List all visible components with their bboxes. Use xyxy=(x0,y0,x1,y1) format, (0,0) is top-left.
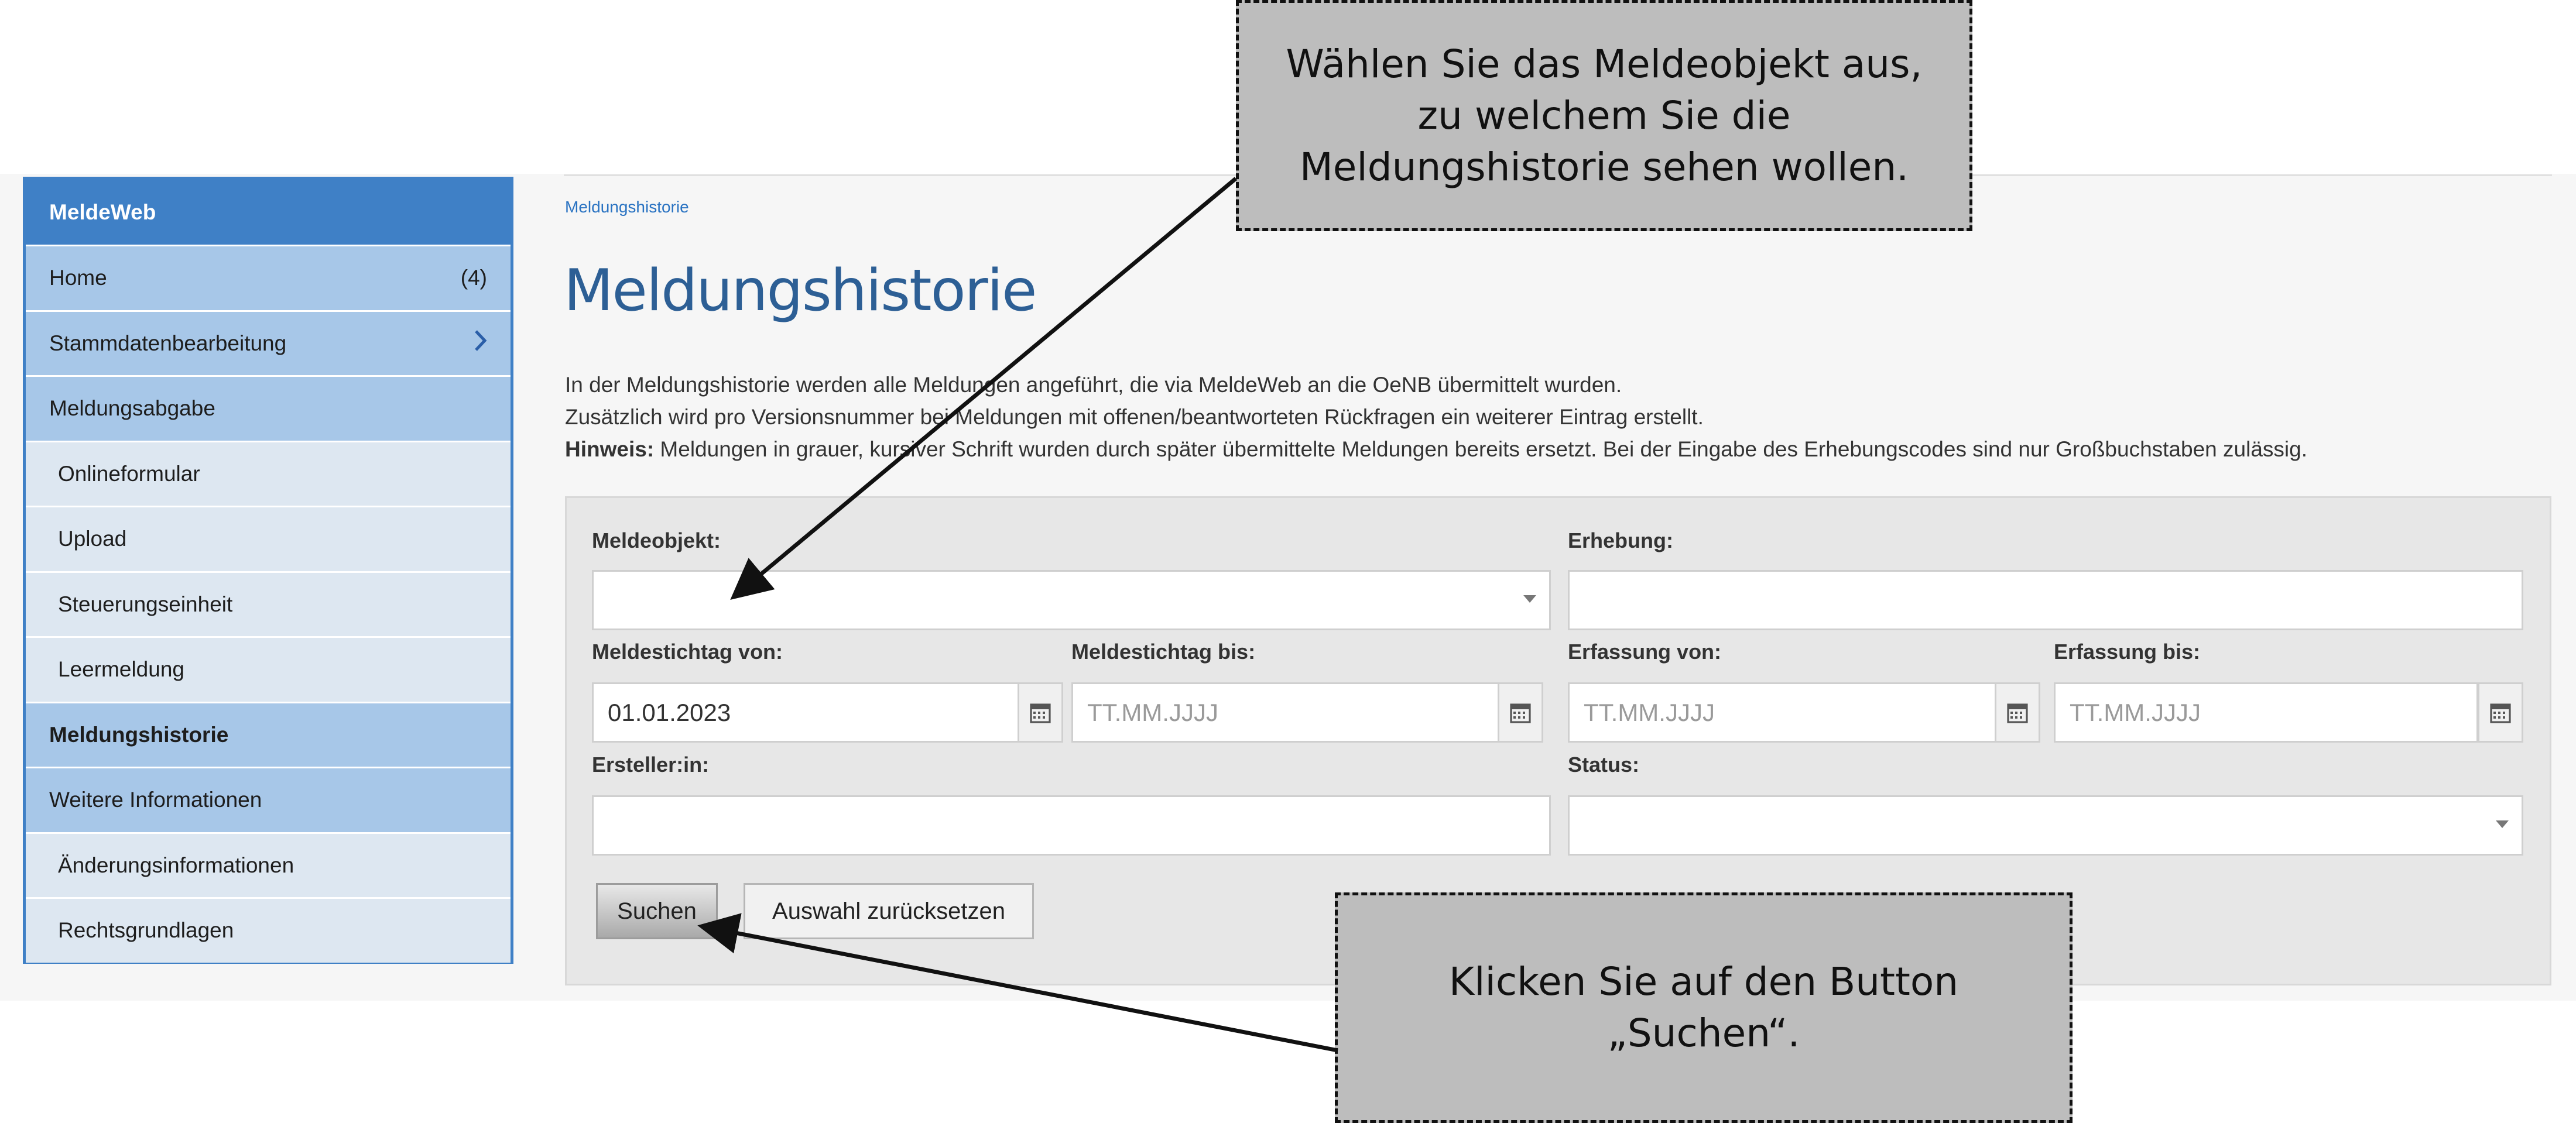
arrow-to-meldeobjekt xyxy=(730,177,1238,600)
annotation-arrows xyxy=(697,177,1338,1053)
arrow-to-suchen xyxy=(697,913,1338,1053)
